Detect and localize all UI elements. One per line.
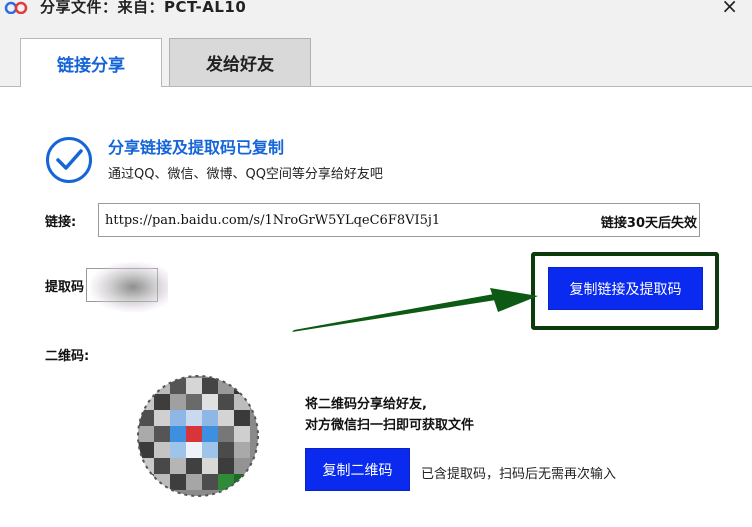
success-check-icon — [46, 137, 92, 183]
qr-label: 二维码: — [45, 349, 90, 364]
link-field[interactable]: https://pan.baidu.com/s/1NroGrW5YLqeC6F8… — [98, 203, 700, 237]
success-subtitle: 通过QQ、微信、微博、QQ空间等分享给好友吧 — [108, 167, 383, 182]
tab-link-share[interactable]: 链接分享 — [20, 38, 162, 87]
qr-code-image — [137, 375, 259, 497]
qr-note: 已含提取码，扫码后无需再次输入 — [421, 467, 617, 482]
close-icon[interactable]: × — [721, 0, 738, 18]
blurred-code-mask — [90, 262, 168, 312]
code-label: 提取码 — [45, 280, 85, 295]
link-label: 链接: — [45, 215, 77, 230]
qr-description: 将二维码分享给好友, 对方微信扫一扫即可获取文件 — [305, 394, 474, 436]
window-title: 分享文件：来自：PCT-AL10 — [40, 0, 247, 16]
link-url[interactable]: https://pan.baidu.com/s/1NroGrW5YLqeC6F8… — [105, 213, 440, 228]
success-title: 分享链接及提取码已复制 — [108, 138, 285, 157]
title-bar: 分享文件：来自：PCT-AL10 × — [0, 0, 752, 20]
annotation-arrow-icon — [292, 288, 538, 332]
qr-description-line-2: 对方微信扫一扫即可获取文件 — [305, 418, 475, 433]
qr-description-line-1: 将二维码分享给好友, — [305, 397, 427, 412]
tab-send-to-friend[interactable]: 发给好友 — [169, 38, 311, 86]
baidu-netdisk-logo-icon — [4, 1, 28, 14]
link-expiry-text: 链接30天后失效 — [600, 216, 697, 231]
copy-link-and-code-button[interactable]: 复制链接及提取码 — [548, 267, 703, 310]
copy-qr-button[interactable]: 复制二维码 — [305, 448, 410, 491]
